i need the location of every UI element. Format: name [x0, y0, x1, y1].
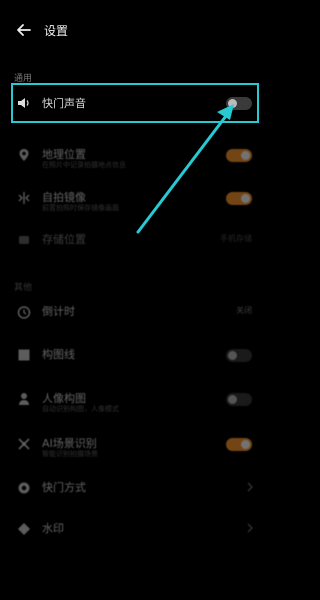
- annotation-arrow-icon: [136, 104, 234, 234]
